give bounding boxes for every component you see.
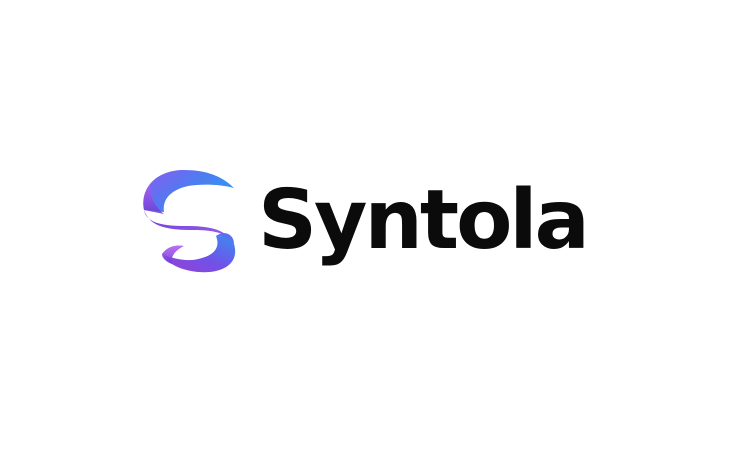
logo-canvas: Syntola <box>0 0 750 450</box>
brand-wordmark: Syntola <box>258 173 590 268</box>
ribbon-s-icon <box>136 164 244 276</box>
